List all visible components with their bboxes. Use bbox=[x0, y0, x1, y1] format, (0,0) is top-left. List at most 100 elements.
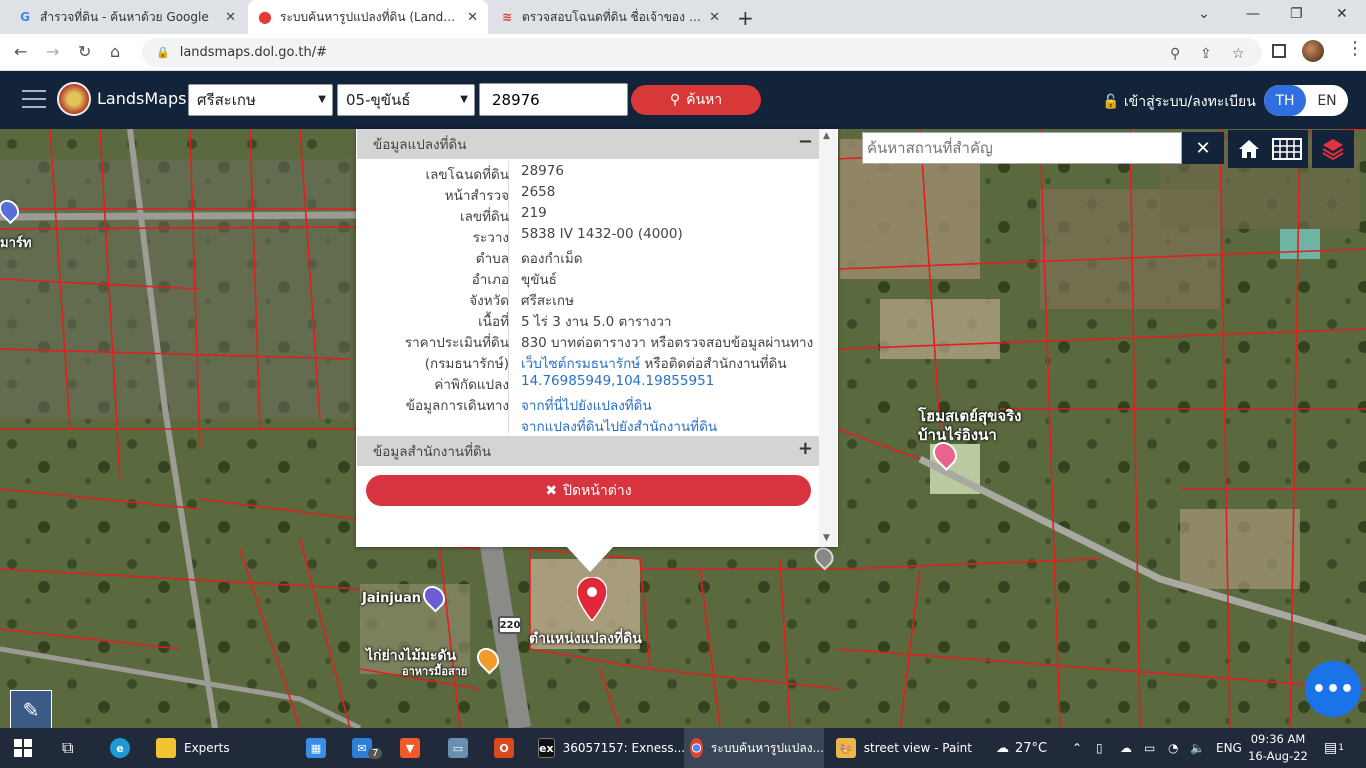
hamburger-menu-icon[interactable] bbox=[22, 90, 46, 108]
browser-tab-landsmaps[interactable]: ⬤ ระบบค้นหารูปแปลงที่ดิน (LandsMaps ✕ bbox=[248, 0, 488, 34]
mail-icon[interactable]: ✉ 7 bbox=[352, 728, 383, 768]
popup-content: ข้อมูลแปลงที่ดิน − เลขโฉนดที่ดิน 28976 หน… bbox=[357, 129, 819, 517]
search-button[interactable]: ⚲ ค้นหา bbox=[631, 85, 761, 115]
close-popup-label: ปิดหน้าต่าง bbox=[563, 482, 632, 499]
notification-icon[interactable]: ▤ 1 bbox=[1324, 728, 1344, 768]
taskbar-item-exness[interactable]: ex 36057157: Exness... bbox=[538, 728, 685, 768]
brave-icon[interactable]: ▼ bbox=[400, 728, 428, 768]
clear-search-button[interactable]: ✕ bbox=[1182, 132, 1224, 164]
measure-tool-button[interactable]: ✎ bbox=[10, 690, 52, 730]
tab-title: ระบบค้นหารูปแปลงที่ดิน (LandsMaps bbox=[280, 9, 460, 24]
forward-icon[interactable]: → bbox=[46, 42, 59, 61]
row-value: 219 bbox=[521, 205, 547, 221]
more-options-button[interactable]: ••• bbox=[1305, 661, 1361, 717]
road-shield-220: 220 bbox=[498, 616, 522, 634]
reload-icon[interactable]: ↻ bbox=[78, 42, 91, 61]
collapse-minus-icon[interactable]: − bbox=[798, 131, 813, 152]
close-popup-button[interactable]: ✖ ปิดหน้าต่าง bbox=[366, 475, 811, 506]
map-label-jainjuan: Jainjuan bbox=[362, 591, 422, 606]
taskbar-item-paint[interactable]: 🎨 street view - Paint bbox=[832, 728, 972, 768]
browser-menu-icon[interactable]: ⋮ bbox=[1346, 38, 1364, 59]
chevron-down-icon: ▼ bbox=[318, 94, 326, 105]
info-row-survey-page: หน้าสำรวจ 2658 bbox=[357, 182, 819, 204]
profile-avatar[interactable] bbox=[1302, 40, 1324, 62]
bookmark-star-icon[interactable]: ☆ bbox=[1232, 46, 1245, 62]
close-tab-icon[interactable]: ✕ bbox=[467, 10, 478, 25]
minimize-icon[interactable]: — bbox=[1246, 6, 1260, 22]
lang-en-button[interactable]: EN bbox=[1306, 85, 1348, 116]
parcel-marker-icon[interactable] bbox=[577, 577, 607, 621]
info-row-subdistrict: ตำบล ดองกำเม็ด bbox=[357, 245, 819, 267]
popup-scrollbar[interactable]: ▲ ▼ bbox=[819, 129, 837, 547]
brand-name: LandsMaps bbox=[97, 89, 187, 108]
share-icon[interactable]: ⇪ bbox=[1200, 46, 1212, 62]
section-title: ข้อมูลสำนักงานที่ดิน bbox=[373, 444, 492, 460]
side-panel-icon[interactable] bbox=[1272, 44, 1286, 58]
place-search-input[interactable] bbox=[862, 132, 1182, 164]
parcel-info-section-header[interactable]: ข้อมูลแปลงที่ดิน − bbox=[357, 129, 819, 159]
tray-device-icon[interactable]: ▯ bbox=[1096, 728, 1103, 768]
clock-time: 09:36 AM bbox=[1250, 732, 1306, 746]
omnibox[interactable]: 🔒 landsmaps.dol.go.th/# ⚲ ⇪ ☆ bbox=[142, 38, 1262, 67]
office-icon[interactable]: O bbox=[494, 728, 522, 768]
coordinates-link[interactable]: 14.76985949,104.19855951 bbox=[521, 373, 714, 389]
ruler-icon: ✎ bbox=[22, 698, 40, 722]
close-tab-icon[interactable]: ✕ bbox=[225, 10, 236, 25]
clock-date: 16-Aug-22 bbox=[1248, 749, 1308, 763]
expand-plus-icon[interactable]: + bbox=[798, 438, 813, 459]
edge-icon[interactable]: e bbox=[110, 728, 138, 768]
back-icon[interactable]: ← bbox=[14, 42, 27, 61]
tray-chevron-icon[interactable]: ⌃ bbox=[1072, 728, 1082, 768]
battery-icon[interactable]: ▭ bbox=[1144, 728, 1155, 768]
scroll-up-icon[interactable]: ▲ bbox=[823, 131, 830, 141]
grid-button[interactable] bbox=[1266, 130, 1308, 168]
task-view-icon[interactable]: ⧉ bbox=[62, 728, 73, 768]
home-view-button[interactable] bbox=[1228, 130, 1270, 168]
grid-icon bbox=[1272, 138, 1302, 160]
input-language[interactable]: ENG bbox=[1216, 728, 1242, 768]
layers-icon bbox=[1322, 139, 1344, 161]
field-patch bbox=[880, 299, 1000, 359]
taskbar-label: street view - Paint bbox=[863, 741, 972, 755]
browser-tab-deed-check[interactable]: ≋ ตรวจสอบโฉนดที่ดิน ชื่อเจ้าของ ค้นหาแ ✕ bbox=[490, 0, 730, 34]
popup-pointer bbox=[566, 546, 614, 572]
taskbar-item-chrome[interactable]: ระบบค้นหารูปแปลง... bbox=[684, 728, 824, 768]
land-office-section-header[interactable]: ข้อมูลสำนักงานที่ดิน + bbox=[357, 436, 819, 466]
row-value-extra: หรือติดต่อสำนักงานที่ดิน bbox=[640, 356, 787, 372]
browser-tab-google[interactable]: G สำรวจที่ดิน - ค้นหาด้วย Google ✕ bbox=[8, 0, 246, 34]
scroll-down-icon[interactable]: ▼ bbox=[823, 533, 830, 543]
volume-icon[interactable]: 🔈 bbox=[1190, 728, 1205, 768]
new-tab-icon[interactable]: + bbox=[737, 6, 754, 30]
taskbar-item-explorer[interactable]: Experts bbox=[156, 728, 276, 768]
district-select[interactable]: 05-ขุขันธ์ ▼ bbox=[337, 84, 475, 116]
treasury-website-link[interactable]: เว็บไซต์กรมธนารักษ์ bbox=[521, 356, 640, 372]
login-link[interactable]: 🔓 เข้าสู่ระบบ/ลงทะเบียน bbox=[1102, 91, 1256, 113]
store-icon[interactable]: ▦ bbox=[306, 728, 334, 768]
close-tab-icon[interactable]: ✕ bbox=[709, 10, 720, 25]
parcel-number-input[interactable] bbox=[479, 83, 628, 116]
wifi-icon[interactable]: ◔ bbox=[1168, 728, 1178, 768]
info-row-treasury: (กรมธนารักษ์) เว็บไซต์กรมธนารักษ์ หรือติด… bbox=[357, 350, 819, 372]
close-window-icon[interactable]: ✕ bbox=[1336, 6, 1348, 22]
restore-icon[interactable]: ❐ bbox=[1290, 6, 1303, 22]
location-icon[interactable]: ⚲ bbox=[1170, 46, 1180, 62]
onedrive-icon[interactable]: ☁ bbox=[1120, 728, 1132, 768]
windows-start-icon[interactable] bbox=[14, 728, 32, 768]
home-icon[interactable]: ⌂ bbox=[110, 42, 120, 61]
tab-title: สำรวจที่ดิน - ค้นหาด้วย Google bbox=[40, 9, 209, 24]
search-icon: ⚲ bbox=[669, 92, 681, 108]
tab-search-icon[interactable]: ⌄ bbox=[1198, 6, 1210, 22]
weather-widget[interactable]: ☁ 27°C bbox=[996, 728, 1047, 768]
map-label-mart: มาร์ท bbox=[0, 236, 32, 251]
pc-icon[interactable]: ▭ bbox=[448, 728, 476, 768]
layers-button[interactable] bbox=[1312, 130, 1354, 168]
chrome-icon bbox=[690, 738, 703, 758]
clock[interactable]: 09:36 AM 16-Aug-22 bbox=[1248, 731, 1308, 765]
route-to-office-link[interactable]: จากแปลงที่ดินไปยังสำนักงานที่ดิน bbox=[521, 415, 717, 437]
close-icon: ✕ bbox=[1195, 137, 1211, 159]
info-row-area: เนื้อที่ 5 ไร่ 3 งาน 5.0 ตารางวา bbox=[357, 308, 819, 330]
province-select[interactable]: ศรีสะเกษ ▼ bbox=[188, 84, 333, 116]
info-row-province: จังหวัด ศรีสะเกษ bbox=[357, 287, 819, 309]
row-value: 28976 bbox=[521, 163, 564, 179]
lang-th-button[interactable]: TH bbox=[1264, 85, 1306, 116]
